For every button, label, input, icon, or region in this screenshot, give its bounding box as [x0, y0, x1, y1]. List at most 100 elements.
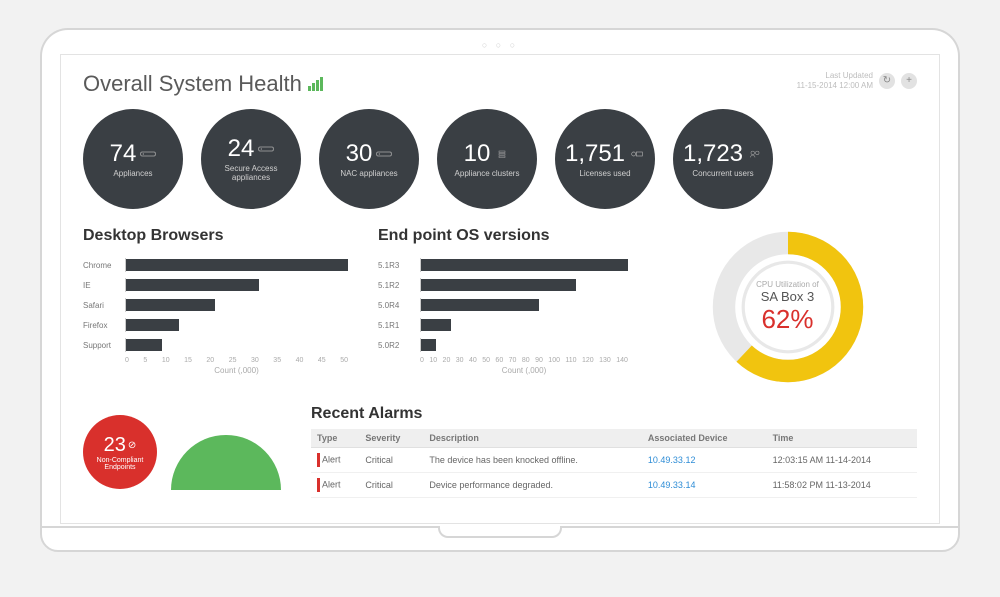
desktop-browsers-panel: Desktop Browsers Chrome IE Safari Firefox Su… [83, 227, 348, 387]
refresh-button[interactable]: ↻ [879, 73, 895, 89]
bar-fill [421, 319, 451, 331]
cell-device-link[interactable]: 10.49.33.12 [642, 448, 767, 473]
severity-bar-icon [317, 453, 320, 467]
recent-alarms-title: Recent Alarms [311, 405, 917, 423]
metric-value: 74 [110, 140, 137, 168]
cell-time: 12:03:15 AM 11-14-2014 [767, 448, 917, 473]
cell-desc: The device has been knocked offline. [423, 448, 642, 473]
table-row[interactable]: AlertCriticalThe device has been knocked… [311, 448, 917, 473]
cpu-gauge-panel: CPU Utilization of SA Box 3 62% [658, 227, 917, 387]
bar-fill [126, 319, 179, 331]
metric-label: Appliances [113, 170, 152, 179]
bar-track [420, 298, 628, 312]
bar-track [125, 278, 348, 292]
camera-dots-icon: ○ ○ ○ [60, 40, 940, 54]
noncompliant-circle[interactable]: 23 ⊘ Non-Compliant Endpoints [83, 415, 157, 489]
recent-alarms-panel: Recent Alarms Type Severity Description … [311, 405, 917, 498]
signal-icon [308, 77, 323, 91]
bar-row: Chrome [83, 255, 348, 275]
metric-licenses-used[interactable]: 1,751Licenses used [555, 109, 655, 209]
bar-row: 5.1R1 [378, 315, 628, 335]
desktop-browsers-chart: Chrome IE Safari Firefox Support 051015202530… [83, 255, 348, 375]
noncompliant-icon: ⊘ [128, 440, 136, 451]
bar-row: 5.1R3 [378, 255, 628, 275]
bar-row: 5.0R2 [378, 335, 628, 355]
cell-type: Alert [311, 448, 359, 473]
page-title-text: Overall System Health [83, 71, 302, 97]
bar-track [420, 338, 628, 352]
col-desc[interactable]: Description [423, 429, 642, 448]
metric-value: 24 [228, 135, 255, 163]
bar-label: 5.1R3 [378, 261, 414, 270]
desktop-browsers-title: Desktop Browsers [83, 227, 348, 245]
os-versions-panel: End point OS versions 5.1R3 5.1R2 5.0R4 5.1… [378, 227, 628, 387]
cell-desc: Device performance degraded. [423, 473, 642, 498]
gauge-subtitle: CPU Utilization of [756, 280, 819, 289]
cell-time: 11:58:02 PM 11-13-2014 [767, 473, 917, 498]
bar-fill [421, 279, 576, 291]
col-time[interactable]: Time [767, 429, 917, 448]
bar-track [420, 258, 628, 272]
appliance-icon [258, 140, 274, 158]
dashboard-screen: Overall System Health Last Updated 11-15… [60, 54, 940, 524]
cluster-icon [494, 145, 510, 163]
cell-severity: Critical [359, 473, 423, 498]
metric-secure-access-appliances[interactable]: 24 Secure Access appliances [201, 109, 301, 209]
cell-device-link[interactable]: 10.49.33.14 [642, 473, 767, 498]
header-meta: Last Updated 11-15-2014 12:00 AM ↻ + [797, 71, 917, 90]
bar-label: Chrome [83, 261, 119, 270]
bar-label: 5.1R2 [378, 281, 414, 290]
bar-fill [421, 299, 539, 311]
bar-label: 5.0R2 [378, 341, 414, 350]
metric-appliances[interactable]: 74 Appliances [83, 109, 183, 209]
metric-value: 30 [346, 140, 373, 168]
bar-label: IE [83, 281, 119, 290]
metric-appliance-clusters[interactable]: 10 Appliance clusters [437, 109, 537, 209]
os-versions-chart: 5.1R35.1R25.0R45.1R15.0R2010203040506070… [378, 255, 628, 375]
bar-xlabel: Count (,000) [125, 366, 348, 375]
last-updated-label: Last Updated [825, 71, 873, 81]
bar-track [125, 258, 348, 272]
col-device[interactable]: Associated Device [642, 429, 767, 448]
bar-fill [421, 259, 628, 271]
bar-label: Safari [83, 301, 119, 310]
bar-axis: 05101520253035404550 [125, 357, 348, 364]
bar-track [125, 318, 348, 332]
bar-xlabel: Count (,000) [420, 366, 628, 375]
metric-concurrent-users[interactable]: 1,723Concurrent users [673, 109, 773, 209]
os-versions-title: End point OS versions [378, 227, 628, 245]
cell-type: Alert [311, 473, 359, 498]
metric-label: Appliance clusters [455, 170, 520, 179]
gauge-title: SA Box 3 [761, 289, 814, 304]
bar-fill [126, 259, 348, 271]
cpu-gauge[interactable]: CPU Utilization of SA Box 3 62% [708, 227, 868, 387]
bar-row: 5.1R2 [378, 275, 628, 295]
noncompliant-value: 23 [104, 434, 126, 457]
add-button[interactable]: + [901, 73, 917, 89]
col-type[interactable]: Type [311, 429, 359, 448]
page-title: Overall System Health [83, 71, 323, 97]
metric-value: 10 [464, 140, 491, 168]
laptop-screen-bezel: ○ ○ ○ Overall System Health Last Updated… [40, 28, 960, 526]
noncompliant-label: Non-Compliant Endpoints [90, 457, 150, 471]
metric-label: Licenses used [579, 170, 630, 179]
table-row[interactable]: AlertCriticalDevice performance degraded… [311, 473, 917, 498]
bar-row: IE [83, 275, 348, 295]
bar-label: 5.1R1 [378, 321, 414, 330]
bar-label: 5.0R4 [378, 301, 414, 310]
last-updated-value: 11-15-2014 12:00 AM [797, 81, 873, 91]
users-icon [747, 145, 763, 163]
metric-label: Secure Access appliances [211, 165, 291, 183]
col-severity[interactable]: Severity [359, 429, 423, 448]
metric-nac-appliances[interactable]: 30NAC appliances [319, 109, 419, 209]
metric-label: Concurrent users [692, 170, 753, 179]
bar-label: Firefox [83, 321, 119, 330]
bar-track [125, 338, 348, 352]
bar-track [125, 298, 348, 312]
bar-row: Support [83, 335, 348, 355]
appliance-icon [140, 145, 156, 163]
metric-circles-row: 74 Appliances 24 Secure Access appliances 30… [83, 109, 917, 209]
bar-fill [421, 339, 436, 351]
compliance-half-gauge[interactable] [171, 435, 281, 490]
bar-row: Firefox [83, 315, 348, 335]
